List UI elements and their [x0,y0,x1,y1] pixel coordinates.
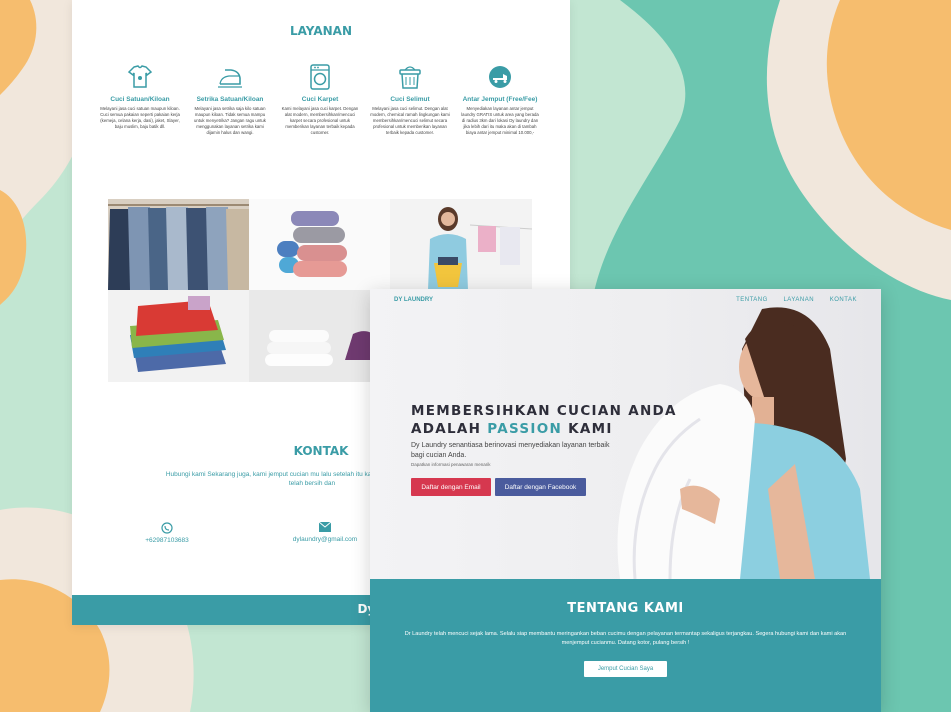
service-desc: Melayani jasa cuci satuan maupun kiloan.… [100,106,180,129]
phone-number: +62987103683 [145,537,189,544]
woman-laundry-photo [390,199,532,290]
service-card[interactable]: Cuci Selimut Melayani jasa cuci selimut.… [370,62,450,136]
shirt-icon [127,65,153,88]
service-card[interactable]: Setrika Satuan/Kiloan Melayani jasa setr… [190,62,270,136]
service-title: Antar Jemput (Free/Fee) [462,96,538,103]
hero-note: Dapatkan informasi penawaran menarik [411,462,491,467]
nav-kontak[interactable]: KONTAK [830,297,857,303]
phone-contact[interactable]: +62987103683 [132,522,202,544]
signup-facebook-button[interactable]: Daftar dengan Facebook [495,478,586,496]
hero-line-2a: ADALAH [411,421,488,437]
about-title: TENTANG KAMI [567,601,684,616]
nav-layanan[interactable]: LAYANAN [783,297,814,303]
showcase-canvas: LAYANAN Cuci Satuan/Kiloan Melayani jasa… [0,0,951,712]
towels-photo [249,199,390,290]
washing-machine-icon [310,64,330,90]
service-title: Cuci Satuan/Kiloan [110,96,170,103]
hero-line-2b: KAMI [562,421,613,437]
front-page-preview: DY LAUNDRY TENTANG LAYANAN KONTAK MEMBER… [370,289,881,712]
about-text: Dr Laundry telah mencuci sejak lama. Sel… [404,631,847,646]
email-address: dylaundry@gmail.com [292,536,358,543]
hero-subtitle: Dy Laundry senantiasa berinovasi menyedi… [411,442,610,459]
iron-towels-photo [249,290,390,382]
service-title: Cuci Selimut [390,96,430,103]
nav-tentang[interactable]: TENTANG [736,297,768,303]
top-navbar: DY LAUNDRY TENTANG LAYANAN KONTAK [370,289,881,311]
services-title: LAYANAN [290,24,352,38]
service-title: Setrika Satuan/Kiloan [196,96,264,103]
service-card[interactable]: Antar Jemput (Free/Fee) Menyediakan laya… [460,62,540,136]
mail-icon [319,522,331,532]
signup-email-button[interactable]: Daftar dengan Email [411,478,491,496]
hero-line-1: MEMBERSIHKAN CUCIAN ANDA [411,403,677,419]
service-desc: Melayani jasa setrika saja kilo satuan m… [194,106,266,135]
jackets-photo [108,199,249,290]
service-card[interactable]: Cuci Satuan/Kiloan Melayani jasa cuci sa… [100,62,180,130]
pickup-button[interactable]: Jemput Cucian Saya [583,661,668,677]
hero-accent: PASSION [487,421,563,437]
service-desc: Kami melayani jasa cuci karpet. Dengan a… [281,106,359,135]
service-title: Cuci Karpet [301,96,339,103]
basket-icon [399,66,421,89]
brand-logo[interactable]: DY LAUNDRY [394,297,433,303]
service-desc: Menyediakan layanan antar jemput laundry… [461,106,539,135]
email-contact[interactable]: dylaundry@gmail.com [280,522,370,543]
service-desc: Melayani jasa cuci selimut. Dengan alat … [370,106,450,135]
iron-icon [218,69,242,88]
about-section: TENTANG KAMI Dr Laundry telah mencuci se… [370,579,881,712]
service-card[interactable]: Cuci Karpet Kami melayani jasa cuci karp… [280,62,360,136]
delivery-icon [489,66,511,88]
folded-shirts-photo [108,290,249,382]
whatsapp-icon [161,522,173,534]
hero-headline: MEMBERSIHKAN CUCIAN ANDA ADALAH PASSION … [411,402,677,438]
